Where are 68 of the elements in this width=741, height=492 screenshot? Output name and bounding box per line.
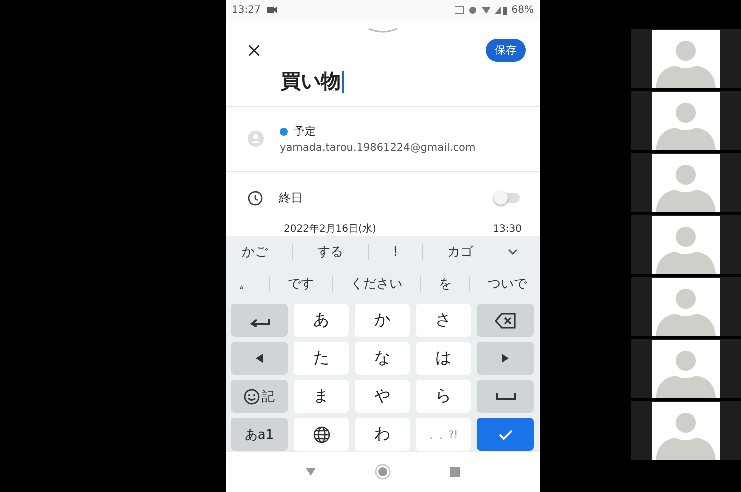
close-button[interactable]: × [246, 38, 263, 62]
punctuation-key[interactable]: 、。?! [416, 418, 471, 451]
save-button[interactable]: 保存 [486, 38, 526, 62]
start-time[interactable]: 13:30 [493, 224, 522, 236]
home-icon[interactable] [374, 464, 391, 480]
battery-percent: 68% [512, 4, 534, 16]
video-tile[interactable] [631, 153, 741, 212]
video-tile[interactable] [631, 401, 741, 460]
suggestion[interactable]: ! [392, 244, 398, 260]
smiley-icon [244, 388, 260, 404]
back-icon[interactable] [306, 468, 316, 476]
video-tile[interactable] [631, 277, 741, 336]
avatar-silhouette-icon [652, 30, 720, 88]
calendar-name[interactable]: 予定 [294, 124, 316, 139]
enter-key[interactable] [477, 418, 534, 451]
video-tile[interactable] [631, 339, 741, 398]
all-day-toggle[interactable] [496, 193, 520, 203]
key[interactable]: か [355, 304, 410, 337]
backspace-icon [494, 312, 516, 328]
sheet-handle-icon[interactable] [368, 28, 398, 34]
avatar-silhouette-icon [652, 340, 720, 398]
key[interactable]: た [294, 342, 349, 375]
clock-icon [248, 190, 263, 206]
suggestion[interactable]: カゴ [448, 243, 474, 261]
key[interactable]: や [355, 380, 410, 413]
key[interactable]: さ [416, 304, 471, 337]
suggestion[interactable]: かご [242, 243, 268, 261]
check-icon [498, 430, 512, 440]
globe-key[interactable] [294, 418, 349, 451]
avatar-silhouette-icon [652, 154, 720, 212]
all-day-label: 終日 [279, 190, 303, 206]
chevron-down-icon[interactable] [508, 249, 518, 255]
avatar-silhouette-icon [652, 92, 720, 150]
video-tile[interactable] [631, 29, 741, 88]
left-arrow-icon [256, 354, 263, 363]
video-tile[interactable] [631, 215, 741, 274]
suggestion[interactable]: ください [350, 275, 402, 293]
key[interactable]: は [416, 342, 471, 375]
key[interactable]: ま [294, 380, 349, 413]
clock-time: 13:27 [232, 4, 261, 16]
video-camera-icon [266, 7, 277, 13]
key[interactable]: わ [355, 418, 410, 451]
right-arrow-icon [502, 354, 509, 363]
avatar-silhouette-icon [652, 402, 720, 460]
suggestion[interactable]: を [438, 275, 452, 293]
start-date[interactable]: 2022年2月16日(水) [284, 224, 376, 236]
suggestion[interactable]: 。 [238, 275, 252, 293]
status-icons-drawing [454, 6, 507, 14]
space-key[interactable] [477, 380, 534, 413]
suggestion[interactable]: です [288, 275, 314, 293]
avatar-silhouette-icon [652, 278, 720, 336]
input-mode-key[interactable]: あa1 [231, 418, 288, 451]
key[interactable]: ら [416, 380, 471, 413]
video-tile[interactable] [631, 91, 741, 150]
recents-icon[interactable] [450, 467, 460, 477]
account-email: yamada.tarou.19861224@gmail.com [280, 142, 476, 154]
account-icon [248, 131, 264, 147]
globe-icon [312, 426, 330, 444]
event-title-field[interactable]: 買い物 [281, 68, 341, 95]
emoji-symbol-key[interactable]: 記 [231, 380, 288, 413]
undo-key[interactable] [231, 304, 288, 337]
key[interactable]: な [355, 342, 410, 375]
backspace-key[interactable] [477, 304, 534, 337]
space-icon [496, 393, 516, 400]
suggestion[interactable]: ついで [488, 275, 528, 293]
avatar-silhouette-icon [652, 216, 720, 274]
suggestion[interactable]: する [318, 243, 344, 261]
key[interactable]: あ [294, 304, 349, 337]
